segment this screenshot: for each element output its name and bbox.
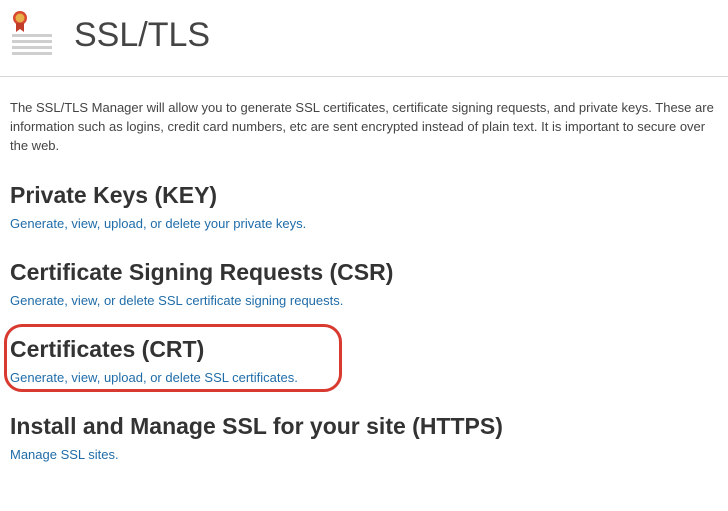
sections-container: Private Keys (KEY) Generate, view, uploa… <box>0 182 728 464</box>
section-crt: Certificates (CRT) Generate, view, uploa… <box>10 336 718 387</box>
ssl-tls-icon <box>10 10 54 60</box>
link-crt[interactable]: Generate, view, upload, or delete SSL ce… <box>10 370 298 385</box>
section-title-csr: Certificate Signing Requests (CSR) <box>10 259 718 286</box>
section-private-keys: Private Keys (KEY) Generate, view, uploa… <box>10 182 718 233</box>
section-title-private-keys: Private Keys (KEY) <box>10 182 718 209</box>
section-title-https: Install and Manage SSL for your site (HT… <box>10 413 718 440</box>
section-title-crt: Certificates (CRT) <box>10 336 718 363</box>
link-csr[interactable]: Generate, view, or delete SSL certificat… <box>10 293 343 308</box>
section-csr: Certificate Signing Requests (CSR) Gener… <box>10 259 718 310</box>
page-header: SSL/TLS <box>0 0 728 77</box>
link-https[interactable]: Manage SSL sites. <box>10 447 119 462</box>
page-description: The SSL/TLS Manager will allow you to ge… <box>0 77 728 156</box>
page-title: SSL/TLS <box>74 16 210 55</box>
section-https: Install and Manage SSL for your site (HT… <box>10 413 718 464</box>
link-private-keys[interactable]: Generate, view, upload, or delete your p… <box>10 216 306 231</box>
